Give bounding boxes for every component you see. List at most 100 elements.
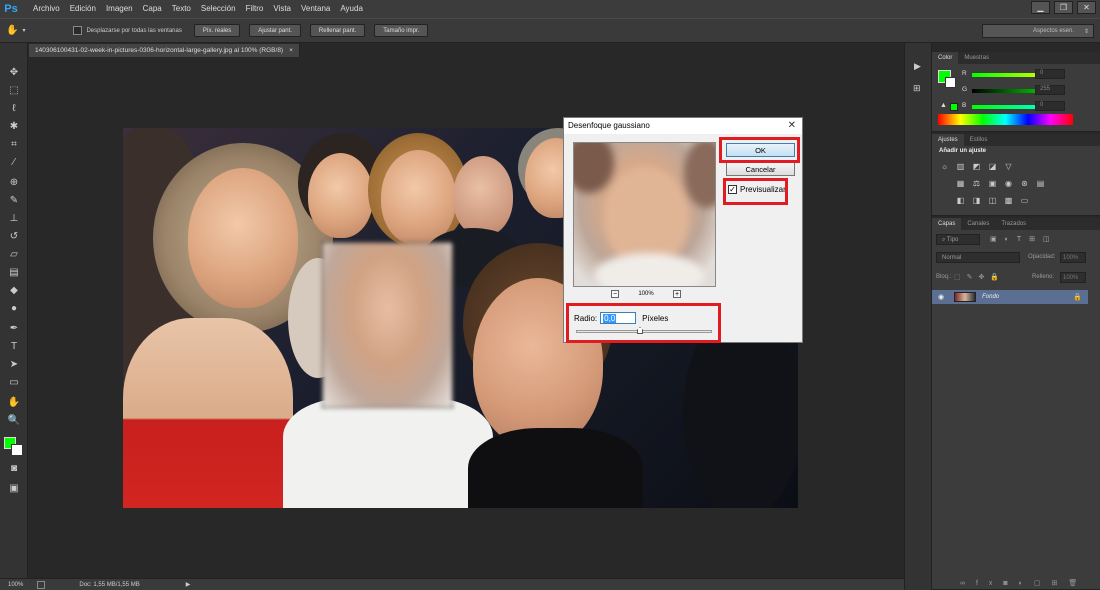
play-action-icon[interactable]: ▶ <box>914 61 921 72</box>
lasso-tool-icon[interactable]: ℓ <box>4 101 24 115</box>
menu-seleccion[interactable]: Selección <box>196 0 241 18</box>
status-info-icon[interactable] <box>37 580 46 589</box>
tools-panel: ✥ ⬚ ℓ ✱ ⌗ ⁄ ⊕ ✎ ⊥ ↺ ▱ ▤ ◆ ● ✒ T ➤ ▭ ✋ 🔍 … <box>0 43 28 590</box>
blurred-selection[interactable] <box>322 242 453 408</box>
hand-tool-icon[interactable]: ✋ <box>4 395 24 409</box>
color-lookup-icon[interactable]: ▤ <box>1036 179 1045 188</box>
posterize-icon[interactable]: ◨ <box>972 196 981 205</box>
blur-tool-icon[interactable]: ◆ <box>4 283 24 297</box>
vibrance-icon[interactable]: ▽ <box>1004 162 1013 171</box>
face-man-back <box>308 153 373 238</box>
threshold-icon[interactable]: ◫ <box>988 196 997 205</box>
lock-icons[interactable]: ⬚✎✥🔒 <box>954 273 1005 281</box>
brush-tool-icon[interactable]: ✎ <box>4 193 24 207</box>
layer-name[interactable]: Fondo <box>982 294 999 300</box>
menu-imagen[interactable]: Imagen <box>101 0 138 18</box>
history-icon[interactable]: ⊞ <box>913 83 921 94</box>
zoom-in-button[interactable]: + <box>672 290 681 298</box>
path-selection-tool-icon[interactable]: ➤ <box>4 357 24 371</box>
fit-screen-button[interactable]: Ajustar pant. <box>249 24 301 37</box>
selective-color-icon[interactable]: ▩ <box>1004 196 1013 205</box>
tab-ajustes[interactable]: Ajustes <box>932 134 964 146</box>
layers-footer-icons[interactable]: ∞fx◙◐▢⊞🗑 <box>960 579 1088 587</box>
workspace-select-value: Aspectos esen. <box>1033 28 1075 34</box>
zoom-level[interactable]: 100% <box>8 582 23 588</box>
eyedropper-tool-icon[interactable]: ⁄ <box>4 155 24 169</box>
channel-value-r[interactable]: 0 <box>1035 69 1065 79</box>
brightness-icon[interactable]: ☼ <box>940 162 949 171</box>
document-tab[interactable]: 140306100431-02-week-in-pictures-0306-ho… <box>29 44 300 57</box>
menu-archivo[interactable]: Archivo <box>28 0 65 18</box>
layer-filter-select[interactable]: ⌕ Tipo <box>936 234 980 245</box>
restore-button[interactable]: ❐ <box>1054 1 1073 14</box>
close-tab-icon[interactable]: × <box>289 47 293 54</box>
screen-mode-icon[interactable]: ▣ <box>4 481 24 495</box>
background-color-swatch[interactable] <box>11 444 23 456</box>
curves-icon[interactable]: ◩ <box>972 162 981 171</box>
blend-mode-select[interactable]: Normal <box>936 252 1020 263</box>
quick-mask-icon[interactable]: ◙ <box>4 461 24 475</box>
invert-icon[interactable]: ◧ <box>956 196 965 205</box>
move-tool-icon[interactable]: ✥ <box>4 65 24 79</box>
blur-preview[interactable] <box>573 142 716 287</box>
menu-capa[interactable]: Capa <box>138 0 167 18</box>
history-brush-tool-icon[interactable]: ↺ <box>4 229 24 243</box>
hue-saturation-icon[interactable]: ▦ <box>956 179 965 188</box>
type-tool-icon[interactable]: T <box>4 339 24 353</box>
marquee-tool-icon[interactable]: ⬚ <box>4 83 24 97</box>
clone-stamp-tool-icon[interactable]: ⊥ <box>4 211 24 225</box>
black-white-icon[interactable]: ▣ <box>988 179 997 188</box>
color-balance-icon[interactable]: ⚖ <box>972 179 981 188</box>
menu-filtro[interactable]: Filtro <box>241 0 269 18</box>
pen-tool-icon[interactable]: ✒ <box>4 321 24 335</box>
dialog-close-icon[interactable]: ✕ <box>788 120 796 131</box>
channel-value-b[interactable]: 0 <box>1035 101 1065 111</box>
channel-mixer-icon[interactable]: ⊛ <box>1020 179 1029 188</box>
levels-icon[interactable]: ▥ <box>956 162 965 171</box>
quick-selection-tool-icon[interactable]: ✱ <box>4 119 24 133</box>
fill-screen-button[interactable]: Rellenar pant. <box>309 24 366 37</box>
menu-edicion[interactable]: Edición <box>65 0 101 18</box>
zoom-tool-icon[interactable]: 🔍 <box>4 413 24 427</box>
gradient-map-icon[interactable]: ▭ <box>1020 196 1029 205</box>
exposure-icon[interactable]: ◪ <box>988 162 997 171</box>
menu-ayuda[interactable]: Ayuda <box>335 0 368 18</box>
tab-color[interactable]: Color <box>932 52 959 64</box>
healing-brush-tool-icon[interactable]: ⊕ <box>4 175 24 189</box>
adjustments-title: Añadir un ajuste <box>939 148 987 154</box>
zoom-out-button[interactable]: − <box>611 290 619 298</box>
rectangle-tool-icon[interactable]: ▭ <box>4 375 24 389</box>
workspace-select[interactable]: Aspectos esen. ⇕ <box>982 24 1094 38</box>
photo-filter-icon[interactable]: ◉ <box>1004 179 1013 188</box>
menu-ventana[interactable]: Ventana <box>296 0 335 18</box>
eye-icon[interactable]: ◉ <box>938 293 944 301</box>
tab-canales[interactable]: Canales <box>961 218 995 230</box>
fill-input[interactable]: 100% <box>1060 272 1086 283</box>
tool-preset-dropdown-icon[interactable]: ▾ <box>22 27 25 34</box>
scroll-all-windows-checkbox[interactable] <box>73 26 83 35</box>
opacity-input[interactable]: 100% <box>1060 252 1086 263</box>
tab-muestras[interactable]: Muestras <box>958 52 995 64</box>
gradient-tool-icon[interactable]: ▤ <box>4 265 24 279</box>
tab-estilos[interactable]: Estilos <box>964 134 994 146</box>
actual-pixels-button[interactable]: Píx. reales <box>193 24 241 37</box>
color-panel: Color Muestras ▲ R 0 G 255 B 0 <box>932 52 1100 132</box>
crop-tool-icon[interactable]: ⌗ <box>4 137 24 151</box>
channel-value-g[interactable]: 255 <box>1035 85 1065 95</box>
tab-capas[interactable]: Capas <box>932 218 962 230</box>
close-button[interactable]: ✕ <box>1077 1 1096 14</box>
status-arrow-icon[interactable]: ▶ <box>186 581 191 588</box>
menu-texto[interactable]: Texto <box>167 0 196 18</box>
print-size-button[interactable]: Tamaño impr. <box>374 24 429 37</box>
dodge-tool-icon[interactable]: ● <box>4 301 24 315</box>
tab-trazados[interactable]: Trazados <box>995 218 1032 230</box>
minimize-button[interactable]: ▁ <box>1031 1 1050 14</box>
layer-row-fondo[interactable]: ◉ Fondo 🔒 <box>932 290 1088 304</box>
color-spectrum[interactable] <box>938 114 1073 125</box>
menu-vista[interactable]: Vista <box>268 0 296 18</box>
eraser-tool-icon[interactable]: ▱ <box>4 247 24 261</box>
menu-bar: Ps Archivo Edición Imagen Capa Texto Sel… <box>0 0 1100 18</box>
hand-tool-icon[interactable]: ✋ <box>6 25 18 36</box>
window-controls: ▁ ❐ ✕ <box>1031 1 1096 14</box>
cancel-button[interactable]: Cancelar <box>726 162 795 176</box>
